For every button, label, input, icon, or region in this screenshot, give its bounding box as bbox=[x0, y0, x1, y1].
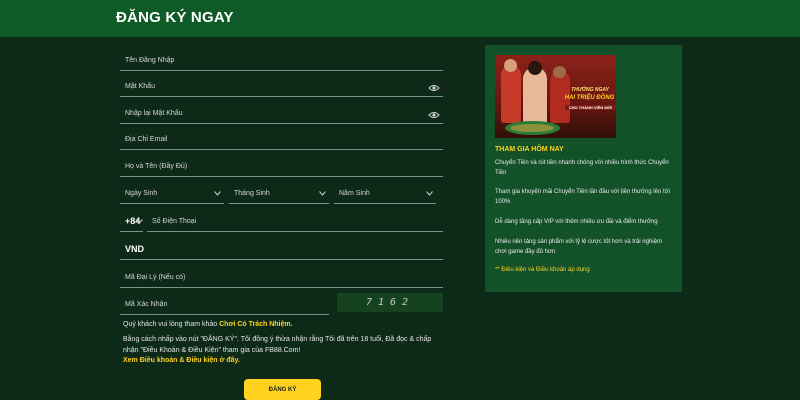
password-field[interactable]: Mật Khẩu bbox=[120, 70, 443, 97]
registration-form: Tên Đăng Nhập Mật Khẩu Nhập lại Mật Khẩu… bbox=[120, 37, 445, 400]
model-figure bbox=[523, 67, 547, 127]
captcha-placeholder: Mã Xác Nhận bbox=[125, 301, 168, 308]
fullname-field[interactable]: Họ và Tên (Đầy Đủ) bbox=[120, 150, 443, 177]
responsibility-text: Quý khách vui lòng tham khảo bbox=[123, 321, 220, 328]
email-placeholder: Địa Chỉ Email bbox=[125, 136, 168, 143]
currency-value: VND bbox=[125, 244, 145, 254]
player-head bbox=[504, 59, 517, 72]
terms-text: Bằng cách nhấp vào nút "ĐĂNG KÝ". Tôi đồ… bbox=[123, 336, 432, 354]
chevron-down-icon bbox=[136, 219, 143, 224]
responsibility-note: Quý khách vui lòng tham khảo Chơi Có Trá… bbox=[123, 319, 293, 330]
promo-terms-link[interactable]: ** Điều kiện và Điều khoản áp dụng bbox=[495, 267, 590, 273]
page-title: ĐĂNG KÝ NGAY bbox=[116, 9, 234, 26]
promo-panel: THƯỞNG NGAY HAI TRIỆU ĐỒNG CHO THÀNH VIÊ… bbox=[485, 45, 682, 292]
promo-item: Tham gia khuyến mãi Chuyển Tiền lần đầu … bbox=[495, 189, 670, 205]
model-head bbox=[528, 61, 542, 75]
agent-code-field[interactable]: Mã Đại Lý (Nếu có) bbox=[120, 261, 443, 288]
phone-placeholder: Số Điện Thoại bbox=[152, 218, 197, 225]
confirm-password-placeholder: Nhập lại Mật Khẩu bbox=[125, 110, 183, 117]
password-placeholder: Mật Khẩu bbox=[125, 83, 155, 90]
agent-code-placeholder: Mã Đại Lý (Nếu có) bbox=[125, 274, 186, 281]
chevron-down-icon bbox=[426, 191, 433, 196]
header-bar: ĐĂNG KÝ NGAY bbox=[0, 0, 800, 37]
phone-field[interactable]: Số Điện Thoại bbox=[147, 205, 443, 232]
terms-link[interactable]: Xem Điều khoản & Điều kiện ở đây. bbox=[123, 357, 240, 364]
banner-line-2: HAI TRIỆU ĐỒNG bbox=[564, 95, 615, 101]
player-figure bbox=[501, 65, 521, 123]
username-field[interactable]: Tên Đăng Nhập bbox=[120, 44, 443, 71]
chevron-down-icon bbox=[319, 191, 326, 196]
captcha-image: 7162 bbox=[337, 293, 443, 312]
register-button[interactable]: ĐĂNG KÝ bbox=[244, 379, 321, 400]
chevron-down-icon bbox=[214, 191, 221, 196]
banner-line-1: THƯỞNG NGAY bbox=[571, 87, 609, 93]
responsibility-link[interactable]: Chơi Có Trách Nhiệm. bbox=[219, 321, 292, 328]
birth-year-placeholder: Năm Sinh bbox=[339, 190, 370, 197]
banner-line-3: CHO THÀNH VIÊN MỚI bbox=[565, 105, 616, 110]
promo-item: Chuyển Tiền và rút tiền nhanh chóng với … bbox=[495, 160, 669, 176]
birth-year-select[interactable]: Năm Sinh bbox=[334, 177, 436, 204]
fullname-placeholder: Họ và Tên (Đầy Đủ) bbox=[125, 163, 188, 170]
promo-banner: THƯỞNG NGAY HAI TRIỆU ĐỒNG CHO THÀNH VIÊ… bbox=[495, 55, 616, 138]
birth-month-select[interactable]: Tháng Sinh bbox=[229, 177, 329, 204]
birth-day-select[interactable]: Ngày Sinh bbox=[120, 177, 224, 204]
player-head bbox=[553, 66, 566, 78]
username-placeholder: Tên Đăng Nhập bbox=[125, 57, 175, 64]
captcha-field[interactable]: Mã Xác Nhận bbox=[120, 288, 329, 315]
birth-month-placeholder: Tháng Sinh bbox=[234, 190, 270, 197]
phone-code-select[interactable]: +84 bbox=[120, 205, 143, 232]
currency-field[interactable]: VND bbox=[120, 233, 443, 260]
promo-item: Nhiều nền tảng sản phẩm với tỷ lệ cược t… bbox=[495, 239, 662, 255]
eye-icon[interactable] bbox=[428, 84, 440, 92]
roulette-wheel bbox=[510, 124, 554, 132]
promo-item: Dễ dàng tăng cấp VIP với thêm nhiều ưu đ… bbox=[495, 219, 658, 225]
promo-title: THAM GIA HÔM NAY bbox=[495, 146, 564, 153]
birth-day-placeholder: Ngày Sinh bbox=[125, 190, 158, 197]
confirm-password-field[interactable]: Nhập lại Mật Khẩu bbox=[120, 97, 443, 124]
email-field[interactable]: Địa Chỉ Email bbox=[120, 123, 443, 150]
eye-icon[interactable] bbox=[428, 111, 440, 119]
